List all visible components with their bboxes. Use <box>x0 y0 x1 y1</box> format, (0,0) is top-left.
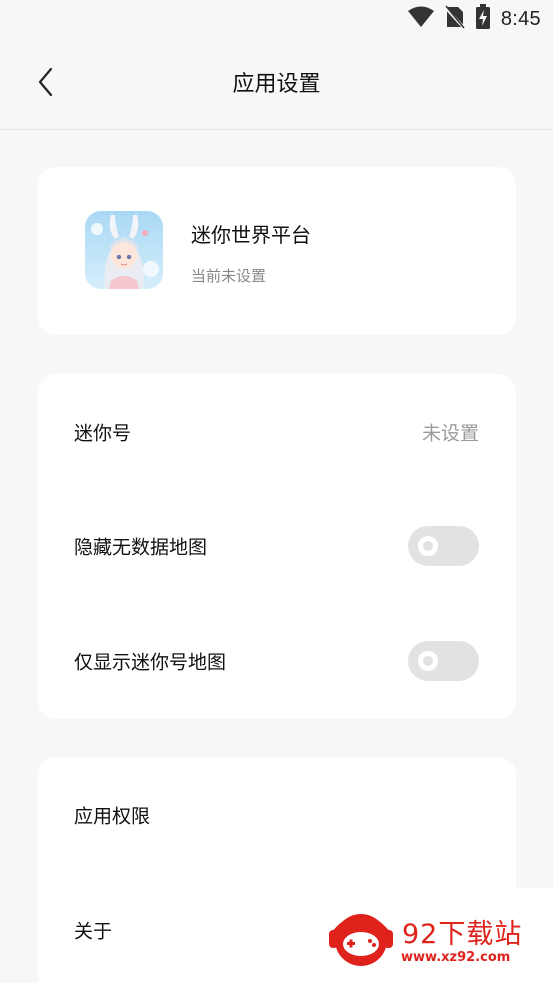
hide-no-data-maps-toggle[interactable] <box>408 526 479 566</box>
app-status: 当前未设置 <box>191 267 267 285</box>
watermark: 92下载站 www.xz92.com <box>305 888 553 983</box>
row-value: 未设置 <box>421 422 479 445</box>
wifi-icon <box>407 6 435 32</box>
status-bar: 8:45 <box>0 0 553 38</box>
watermark-logo-icon <box>327 908 395 970</box>
only-mini-id-maps-row: 仅显示迷你号地图 <box>38 626 516 696</box>
watermark-title: 92下载站 <box>402 919 523 950</box>
row-label: 仅显示迷你号地图 <box>74 651 227 674</box>
app-name: 迷你世界平台 <box>191 223 311 247</box>
row-label: 隐藏无数据地图 <box>74 536 208 559</box>
app-settings-screen: 8:45 应用设置 迷你世界平台 当前未设置 迷你号 未设置 隐藏无数据地图 仅… <box>0 0 553 983</box>
page-title: 应用设置 <box>232 72 321 97</box>
settings-card: 迷你号 未设置 隐藏无数据地图 仅显示迷你号地图 <box>38 374 516 719</box>
mini-id-row[interactable]: 迷你号 未设置 <box>38 397 516 467</box>
status-time: 8:45 <box>500 7 541 30</box>
toggle-knob <box>418 536 438 556</box>
watermark-url: www.xz92.com <box>401 950 511 965</box>
status-icons: 8:45 <box>407 4 541 34</box>
app-header: 应用设置 <box>0 38 553 130</box>
row-label: 应用权限 <box>74 805 151 828</box>
toggle-knob <box>418 651 438 671</box>
no-sim-icon <box>443 5 466 33</box>
hide-no-data-maps-row: 隐藏无数据地图 <box>38 511 516 581</box>
battery-charging-icon <box>475 4 491 34</box>
row-label: 关于 <box>74 920 113 943</box>
app-icon <box>85 211 163 289</box>
only-mini-id-maps-toggle[interactable] <box>408 641 479 681</box>
app-info-card[interactable]: 迷你世界平台 当前未设置 <box>38 167 516 335</box>
app-permissions-row[interactable]: 应用权限 <box>38 780 516 850</box>
row-label: 迷你号 <box>74 422 132 445</box>
